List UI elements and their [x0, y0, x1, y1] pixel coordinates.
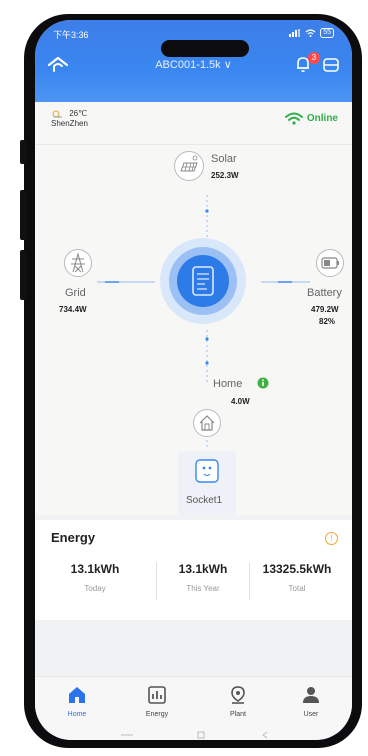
- socket-label: Socket1: [186, 495, 223, 506]
- home-label: Home: [213, 378, 243, 390]
- status-icons: 55: [289, 28, 334, 38]
- battery-label: Battery: [307, 287, 342, 299]
- tab-label: Plant: [230, 711, 246, 718]
- tab-plant[interactable]: Plant: [210, 685, 266, 718]
- battery-status-icon: 55: [320, 28, 334, 38]
- battery-percent: 82%: [319, 317, 336, 326]
- stat-label: Today: [84, 584, 106, 593]
- tab-energy[interactable]: Energy: [129, 685, 185, 718]
- tab-home[interactable]: Home: [49, 685, 105, 718]
- grid-label: Grid: [65, 287, 86, 299]
- notification-badge: 3: [308, 52, 320, 64]
- status-time: 下午3:36: [53, 30, 89, 40]
- house-icon[interactable]: [192, 408, 222, 438]
- chart-icon: [148, 686, 166, 704]
- volume-down-button: [20, 250, 26, 300]
- inverter-icon[interactable]: [159, 237, 247, 325]
- menu-icon[interactable]: [322, 57, 340, 73]
- energy-info-icon[interactable]: !: [325, 532, 338, 545]
- stat-this-year: 13.1kWh This Year: [153, 562, 253, 593]
- stat-label: This Year: [186, 584, 220, 593]
- system-nav-bar: [121, 731, 268, 739]
- stat-today: 13.1kWh Today: [45, 562, 145, 593]
- app-header: 下午3:36 55 ABC001-1.5k ∨ 3: [35, 20, 352, 102]
- site-info-card: 26℃ ShenZhen Online: [35, 102, 352, 145]
- battery-value: 479.2W: [311, 305, 339, 314]
- location-icon: [231, 686, 245, 704]
- sun-cloud-icon: [52, 110, 62, 118]
- tab-label: Home: [67, 711, 87, 718]
- battery-icon[interactable]: [315, 248, 345, 278]
- camera-notch: [161, 40, 249, 57]
- stat-value: 13325.5kWh: [262, 562, 332, 576]
- signal-icon: [289, 29, 301, 37]
- tab-label: User: [303, 711, 319, 718]
- stat-label: Total: [288, 584, 306, 593]
- app-screen: 下午3:36 55 ABC001-1.5k ∨ 3 26℃ ShenZhen O…: [35, 20, 352, 740]
- solar-panel-icon[interactable]: [173, 150, 205, 182]
- solar-label: Solar: [211, 153, 237, 165]
- temperature: 26℃: [69, 109, 88, 118]
- grid-tower-icon[interactable]: [63, 248, 93, 278]
- energy-title: Energy: [51, 530, 96, 545]
- home-icon: [69, 687, 85, 703]
- energy-flow-diagram: Solar 252.3W Grid 734.4W Battery 479.2W …: [35, 145, 352, 515]
- wifi-icon: [284, 112, 303, 125]
- weather-widget: 26℃ ShenZhen: [51, 109, 88, 129]
- wifi-status-icon: [305, 29, 316, 37]
- home-value: 4.0W: [231, 397, 250, 406]
- user-icon: [303, 687, 319, 703]
- stat-value: 13.1kWh: [178, 562, 228, 576]
- info-icon[interactable]: [257, 377, 269, 389]
- mute-switch: [20, 140, 26, 164]
- socket-icon: [195, 459, 219, 483]
- energy-summary-card: Energy ! 13.1kWh Today 13.1kWh This Year…: [35, 520, 352, 620]
- online-label: Online: [306, 113, 338, 124]
- volume-up-button: [20, 190, 26, 240]
- stat-value: 13.1kWh: [70, 562, 120, 576]
- online-status: Online: [284, 112, 338, 125]
- city-name: ShenZhen: [51, 119, 88, 128]
- tab-user[interactable]: User: [283, 685, 339, 718]
- grid-value: 734.4W: [59, 305, 87, 314]
- stat-total: 13325.5kWh Total: [247, 562, 347, 593]
- solar-value: 252.3W: [211, 171, 239, 180]
- tab-label: Energy: [145, 711, 169, 718]
